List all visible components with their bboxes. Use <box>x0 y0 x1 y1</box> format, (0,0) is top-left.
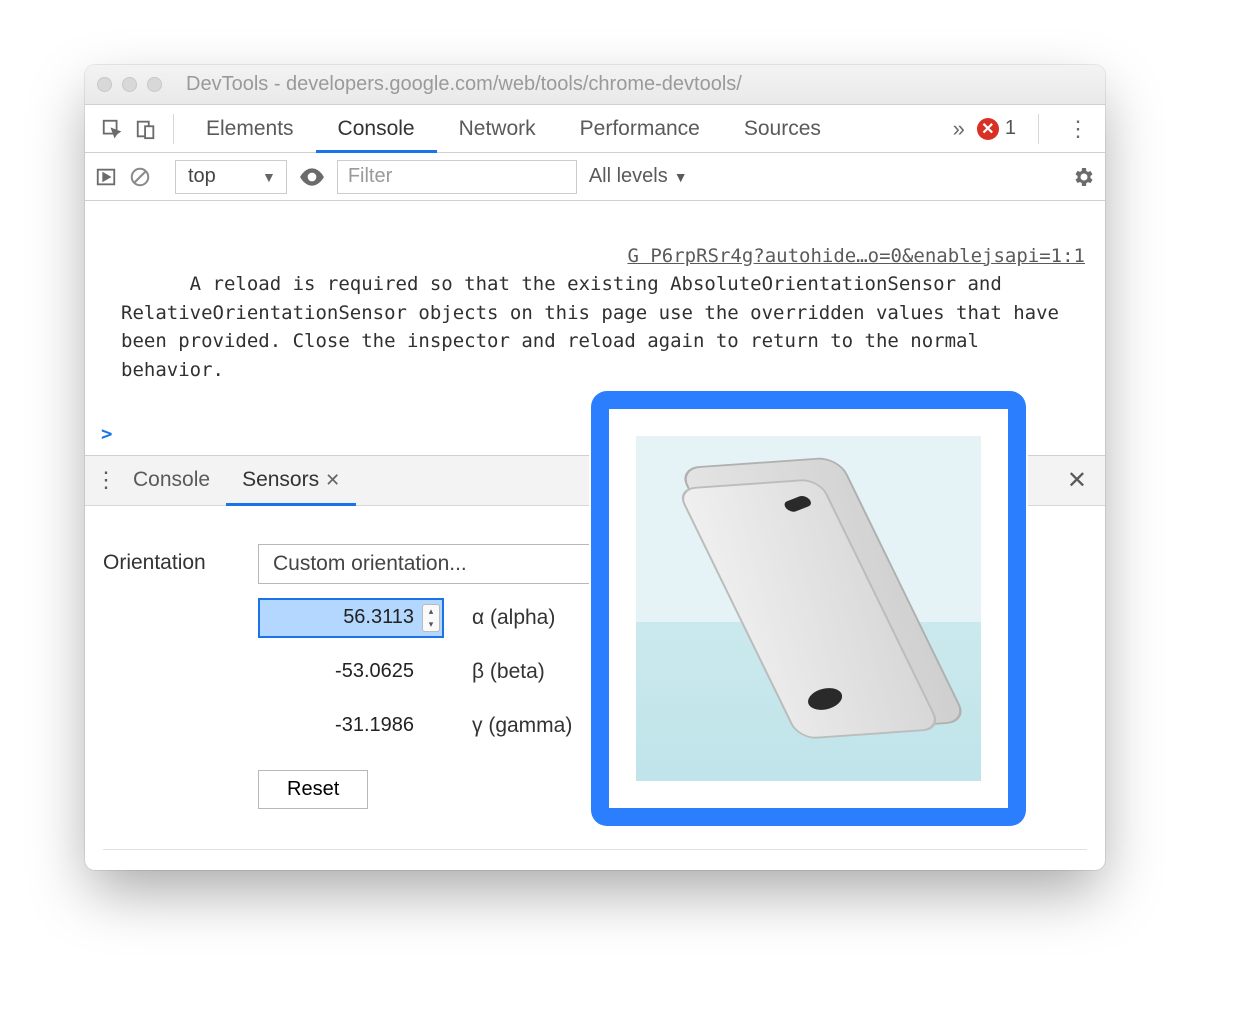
message-source-link[interactable]: G P6rpRSr4g?autohide…o=0&enablejsapi=1:1 <box>627 242 1085 271</box>
gamma-input[interactable] <box>258 706 444 746</box>
beta-label: β (beta) <box>472 660 545 684</box>
window-titlebar: DevTools - developers.google.com/web/too… <box>85 65 1105 105</box>
drawer-menu-icon[interactable]: ⋮ <box>95 467 117 493</box>
drawer-tabs: Console Sensors ✕ <box>117 456 356 505</box>
message-text: A reload is required so that the existin… <box>121 273 1070 381</box>
window-close-button[interactable] <box>97 77 112 92</box>
context-value: top <box>188 165 216 188</box>
devtools-window: DevTools - developers.google.com/web/too… <box>85 65 1105 870</box>
orientation-label: Orientation <box>103 544 258 809</box>
tab-performance[interactable]: Performance <box>558 105 722 152</box>
tab-elements[interactable]: Elements <box>184 105 316 152</box>
console-filterbar: top ▼ All levels ▼ <box>85 153 1105 201</box>
clear-console-icon[interactable] <box>129 166 151 188</box>
console-settings-gear-icon[interactable] <box>1071 165 1095 189</box>
error-count-badge[interactable]: ✕ 1 <box>977 117 1016 140</box>
error-count-value: 1 <box>1005 117 1016 140</box>
live-expression-eye-icon[interactable] <box>299 167 325 187</box>
alpha-input[interactable] <box>258 598 444 638</box>
traffic-lights <box>97 77 162 92</box>
kebab-menu-icon[interactable]: ⋮ <box>1061 112 1095 146</box>
alpha-label: α (alpha) <box>472 606 555 630</box>
toolbar-separator <box>1038 114 1039 144</box>
main-toolbar: Elements Console Network Performance Sou… <box>85 105 1105 153</box>
device-toolbar-icon[interactable] <box>129 112 163 146</box>
gamma-label: γ (gamma) <box>472 714 572 738</box>
drawer-tab-sensors[interactable]: Sensors ✕ <box>226 456 356 505</box>
orientation-preset-dropdown[interactable]: Custom orientation... ▼ <box>258 544 628 584</box>
close-icon[interactable]: ✕ <box>325 470 340 491</box>
section-divider <box>103 849 1087 850</box>
filter-input[interactable] <box>337 160 577 194</box>
number-stepper[interactable]: ▴▾ <box>422 604 440 632</box>
log-levels-label: All levels <box>589 165 668 188</box>
chevron-down-icon: ▼ <box>674 169 688 185</box>
chevron-down-icon: ▼ <box>262 169 276 185</box>
beta-input[interactable] <box>258 652 444 692</box>
drawer-tab-console[interactable]: Console <box>117 456 226 505</box>
main-tabs: Elements Console Network Performance Sou… <box>184 105 843 152</box>
orientation-preview-highlight <box>591 391 1026 826</box>
phone-home-button-icon <box>801 683 847 714</box>
toolbar-separator <box>173 114 174 144</box>
tabs-overflow-button[interactable]: » <box>953 116 965 142</box>
error-icon: ✕ <box>977 118 999 140</box>
reset-button[interactable]: Reset <box>258 770 368 809</box>
window-zoom-button[interactable] <box>147 77 162 92</box>
context-selector[interactable]: top ▼ <box>175 160 287 194</box>
tab-network[interactable]: Network <box>437 105 558 152</box>
console-message: G P6rpRSr4g?autohide…o=0&enablejsapi=1:1… <box>85 205 1105 417</box>
tab-console[interactable]: Console <box>316 105 437 152</box>
log-levels-selector[interactable]: All levels ▼ <box>589 165 688 188</box>
execute-icon[interactable] <box>95 166 117 188</box>
window-title: DevTools - developers.google.com/web/too… <box>186 73 1093 96</box>
tab-sources[interactable]: Sources <box>722 105 843 152</box>
inspect-element-icon[interactable] <box>95 112 129 146</box>
drawer-close-button[interactable]: ✕ <box>1059 466 1095 495</box>
orientation-preset-value: Custom orientation... <box>273 552 467 576</box>
drawer-tab-label: Sensors <box>242 468 319 492</box>
phone-earpiece-icon <box>781 494 813 513</box>
window-minimize-button[interactable] <box>122 77 137 92</box>
orientation-preview[interactable] <box>636 436 981 781</box>
